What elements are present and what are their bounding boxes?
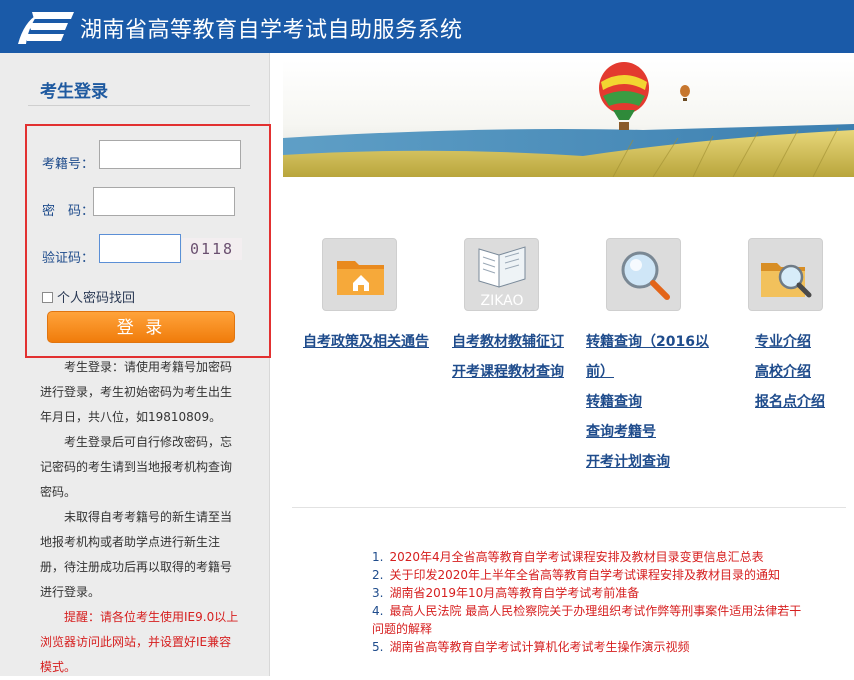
banner-image — [283, 60, 854, 177]
recover-label: 个人密码找回 — [57, 291, 136, 306]
link-college-intro[interactable]: 高校介绍 — [755, 357, 825, 387]
link-transfer-query-2016-cont[interactable]: 前） — [586, 357, 709, 387]
link-exam-no-query[interactable]: 查询考籍号 — [586, 417, 709, 447]
magnifier-icon — [621, 251, 670, 300]
password-input[interactable] — [93, 187, 235, 216]
news-item[interactable]: 5. 湖南省高等教育自学考试计算机化考试考生操作演示视频 — [372, 638, 812, 656]
tile-policy[interactable] — [322, 238, 397, 311]
instruction-text: 考生登录：请使用考籍号加密码进行登录，考生初始密码为考生出生年月日，共八位，如1… — [40, 360, 233, 424]
recover-checkbox[interactable] — [42, 292, 53, 303]
link-registration-site-intro[interactable]: 报名点介绍 — [755, 387, 825, 417]
tile-transfer[interactable] — [606, 238, 681, 311]
link-transfer-query-2016[interactable]: 转籍查询（2016以 — [586, 327, 709, 357]
password-recover[interactable]: 个人密码找回 — [42, 287, 135, 306]
folder-search-icon — [761, 263, 812, 298]
login-form: 考籍号： 密 码： 验证码： 0118 个人密码找回 登 录 — [25, 124, 271, 358]
captcha-input[interactable] — [99, 234, 181, 263]
link-transfer-query[interactable]: 转籍查询 — [586, 387, 709, 417]
login-button[interactable]: 登 录 — [47, 311, 235, 343]
zikao-book-icon: ZIKAO — [478, 246, 526, 309]
sidebar: 考生登录 考籍号： 密 码： 验证码： 0118 个人密码找回 登 录 考生登录… — [0, 53, 271, 676]
exam-no-input[interactable] — [99, 140, 241, 169]
news-item[interactable]: 3. 湖南省2019年10月高等教育自学考试考前准备 — [372, 584, 812, 602]
instruction-text: 考生登录后可自行修改密码，忘记密码的考生请到当地报考机构查询密码。 — [40, 435, 233, 499]
link-policy-notice[interactable]: 自考政策及相关通告 — [303, 327, 429, 357]
browser-notice: 提醒：请各位考生使用IE9.0以上浏览器访问此网站，并设置好IE兼容模式。 — [40, 610, 239, 674]
links-policy: 自考政策及相关通告 — [303, 327, 429, 357]
news-divider — [292, 507, 846, 508]
captcha-label: 验证码： — [42, 251, 95, 266]
svg-text:ZIKAO: ZIKAO — [480, 293, 523, 309]
link-exam-plan-query[interactable]: 开考计划查询 — [586, 447, 709, 477]
tile-textbook[interactable]: ZIKAO — [464, 238, 539, 311]
link-major-intro[interactable]: 专业介绍 — [755, 327, 825, 357]
exam-no-label: 考籍号： — [42, 157, 95, 172]
logo-icon — [18, 12, 74, 44]
link-course-textbook-query[interactable]: 开考课程教材查询 — [452, 357, 564, 387]
folder-home-icon — [337, 261, 384, 295]
login-title: 考生登录 — [40, 82, 108, 102]
news-item[interactable]: 4. 最高人民法院 最高人民检察院关于办理组织考试作弊等刑事案件适用法律若干问题的… — [372, 602, 812, 638]
links-textbook: 自考教材教辅征订 开考课程教材查询 — [452, 327, 564, 387]
links-transfer: 转籍查询（2016以 前） 转籍查询 查询考籍号 开考计划查询 — [586, 327, 709, 477]
links-major: 专业介绍 高校介绍 报名点介绍 — [755, 327, 825, 417]
site-header: 湖南省高等教育自学考试自助服务系统 — [0, 0, 854, 53]
site-title: 湖南省高等教育自学考试自助服务系统 — [80, 18, 463, 43]
link-textbook-order[interactable]: 自考教材教辅征订 — [452, 327, 564, 357]
password-label: 密 码： — [42, 204, 95, 219]
tile-major[interactable] — [748, 238, 823, 311]
news-list: 1. 2020年4月全省高等教育自学考试课程安排及教材目录变更信息汇总表 2. 关于… — [372, 548, 812, 656]
captcha-image[interactable]: 0118 — [182, 238, 242, 260]
instruction-text: 未取得自考考籍号的新生请至当地报考机构或者助学点进行新生注册，待注册成功后再以取… — [40, 510, 233, 599]
news-item[interactable]: 1. 2020年4月全省高等教育自学考试课程安排及教材目录变更信息汇总表 — [372, 548, 812, 566]
title-divider — [28, 105, 250, 106]
login-instructions: 考生登录：请使用考籍号加密码进行登录，考生初始密码为考生出生年月日，共八位，如1… — [40, 355, 240, 680]
news-item[interactable]: 2. 关于印发2020年上半年全省高等教育自学考试课程安排及教材目录的通知 — [372, 566, 812, 584]
